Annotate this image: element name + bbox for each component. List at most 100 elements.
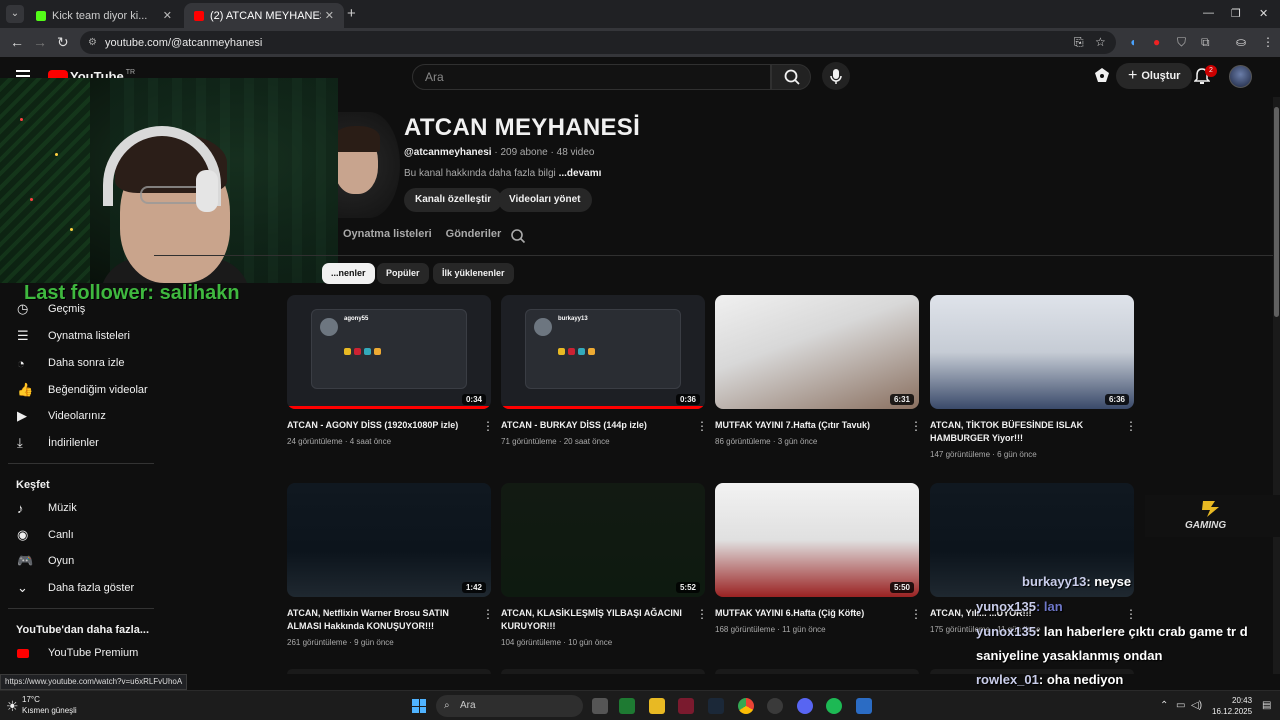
browser-tab-youtube[interactable]: (2) ATCAN MEYHANESİ - YouTube ✕: [184, 3, 344, 28]
video-menu-icon[interactable]: ⋮: [482, 419, 494, 433]
video-title[interactable]: ATCAN, TİKTOK BÜFESİNDE ISLAK HAMBURGER …: [930, 419, 1116, 445]
video-title[interactable]: MUTFAK YAYINI 6.Hafta (Çiğ Köfte): [715, 607, 901, 620]
video-title-block[interactable]: ATCAN, TİKTOK BÜFESİNDE ISLAK HAMBURGER …: [930, 419, 1116, 461]
video-title[interactable]: ATCAN, Netflixin Warner Brosu SATIN ALMA…: [287, 607, 473, 633]
video-thumbnail[interactable]: 5:52: [501, 483, 705, 597]
video-menu-icon[interactable]: ⋮: [696, 607, 708, 621]
page-scrollbar[interactable]: [1273, 97, 1280, 674]
app-icon[interactable]: [856, 698, 872, 714]
tab-playlists[interactable]: Oynatma listeleri: [343, 228, 432, 248]
video-card[interactable]: burkayy13 0:36 ATCAN - BURKAY DİSS (144p i…: [501, 295, 708, 446]
video-menu-icon[interactable]: ⋮: [696, 419, 708, 433]
video-title-block[interactable]: ATCAN - BURKAY DİSS (144p izle) 71 görünt…: [501, 419, 687, 448]
sidebar-item-playlists[interactable]: ☰ Oynatma listeleri: [0, 323, 154, 349]
search-input[interactable]: Ara: [412, 64, 771, 90]
url-field[interactable]: ⚙ youtube.com/@atcanmeyhanesi ⎘ ☆: [80, 31, 1116, 54]
minimize-icon[interactable]: —: [1203, 7, 1214, 19]
create-button[interactable]: + Oluştur: [1116, 63, 1193, 89]
extensions-puzzle-icon[interactable]: ⧉: [1201, 35, 1210, 50]
weather-widget[interactable]: 17°C Kısmen güneşli: [22, 694, 77, 716]
video-thumbnail[interactable]: 1:42: [287, 483, 491, 597]
reload-icon[interactable]: ↻: [57, 34, 69, 51]
video-menu-icon[interactable]: ⋮: [1125, 607, 1137, 621]
video-thumbnail[interactable]: 5:50: [715, 483, 919, 597]
xbox-icon[interactable]: [619, 698, 635, 714]
account-avatar[interactable]: [1229, 65, 1252, 88]
video-title-block[interactable]: MUTFAK YAYINI 7.Hafta (Çıtır Tavuk) 86 gö…: [715, 419, 901, 448]
close-tab-icon[interactable]: ✕: [325, 9, 334, 22]
video-menu-icon[interactable]: ⋮: [910, 419, 922, 433]
video-title[interactable]: ATCAN - BURKAY DİSS (144p izle): [501, 419, 687, 432]
video-title[interactable]: ATCAN - AGONY DİSS (1920x1080P izle): [287, 419, 473, 432]
close-tab-icon[interactable]: ✕: [163, 9, 172, 22]
back-icon[interactable]: ←: [10, 34, 24, 50]
task-view-icon[interactable]: [592, 698, 608, 714]
video-thumbnail[interactable]: agony55 0:34: [287, 295, 491, 409]
chrome-icon[interactable]: [738, 698, 754, 714]
new-tab-icon[interactable]: +: [347, 5, 356, 22]
sidebar-item-your-videos[interactable]: ▶ Videolarınız: [0, 403, 154, 429]
sidebar-item-watch-later[interactable]: ◔ Daha sonra izle: [0, 350, 154, 376]
channel-search-icon[interactable]: [510, 228, 526, 249]
extension-shield-icon[interactable]: ⛉: [1177, 35, 1186, 50]
taskbar-search-field[interactable]: ⌕ Ara: [436, 695, 583, 717]
steam-icon[interactable]: [708, 698, 724, 714]
video-thumbnail[interactable]: burkayy13 0:36: [501, 295, 705, 409]
sidebar-item-live[interactable]: ◉ Canlı: [0, 522, 154, 548]
customize-channel-button[interactable]: Kanalı özelleştir: [404, 188, 503, 212]
video-card[interactable]: 1:42 ATCAN, Netflixin Warner Brosu SATIN …: [287, 483, 494, 647]
tab-search-dropdown-icon[interactable]: ⌄: [6, 5, 24, 23]
profile-icon[interactable]: ⛀: [1236, 35, 1246, 49]
install-app-icon[interactable]: ⎘: [1074, 35, 1084, 50]
chip-popular[interactable]: Popüler: [377, 263, 429, 284]
forward-icon[interactable]: →: [33, 34, 47, 50]
video-thumbnail[interactable]: [715, 669, 919, 674]
notification-center-icon[interactable]: ▤: [1262, 700, 1271, 711]
channel-about[interactable]: Bu kanal hakkında daha fazla bilgi ...de…: [404, 168, 601, 179]
extension-record-icon[interactable]: ●: [1153, 35, 1160, 49]
windows-start-icon[interactable]: [412, 699, 426, 713]
video-menu-icon[interactable]: ⋮: [482, 607, 494, 621]
tab-posts[interactable]: Gönderiler: [446, 228, 502, 248]
video-title-block[interactable]: ATCAN, Netflixin Warner Brosu SATIN ALMA…: [287, 607, 473, 649]
site-info-icon[interactable]: ⚙: [88, 37, 97, 48]
extension-translate-icon[interactable]: ◖: [1129, 35, 1136, 49]
file-explorer-icon[interactable]: [649, 698, 665, 714]
video-title[interactable]: MUTFAK YAYINI 7.Hafta (Çıtır Tavuk): [715, 419, 901, 432]
video-thumbnail[interactable]: [287, 669, 491, 674]
video-title-block[interactable]: MUTFAK YAYINI 6.Hafta (Çiğ Köfte) 168 gör…: [715, 607, 901, 636]
video-card[interactable]: 5:52 ATCAN, KLASİKLEŞMİŞ YILBAŞI AĞACINI …: [501, 483, 708, 647]
bookmark-star-icon[interactable]: ☆: [1095, 35, 1106, 49]
video-title-block[interactable]: ATCAN - AGONY DİSS (1920x1080P izle) 24 g…: [287, 419, 473, 448]
manage-videos-button[interactable]: Videoları yönet: [498, 188, 592, 212]
video-title-block[interactable]: ATCAN, KLASİKLEŞMİŞ YILBAŞI AĞACINI KURU…: [501, 607, 687, 649]
sidebar-item-show-more[interactable]: ⌄ Daha fazla göster: [0, 575, 154, 601]
video-menu-icon[interactable]: ⋮: [1125, 419, 1137, 433]
video-menu-icon[interactable]: ⋮: [910, 607, 922, 621]
voice-search-button[interactable]: [822, 62, 850, 90]
browser-tab-kick[interactable]: Kick team diyor ki... ✕: [26, 3, 182, 28]
channel-about-more[interactable]: ...devamı: [559, 168, 602, 179]
github-icon[interactable]: [767, 698, 783, 714]
chip-oldest[interactable]: İlk yüklenenler: [433, 263, 514, 284]
browser-menu-icon[interactable]: ⋮: [1262, 35, 1274, 49]
clock[interactable]: 20:43 16.12.2025: [1212, 695, 1252, 717]
app-icon[interactable]: [678, 698, 694, 714]
chip-latest[interactable]: ...nenler: [322, 263, 375, 284]
tray-chevron-icon[interactable]: ⌃: [1160, 700, 1168, 711]
video-thumbnail[interactable]: 6:36: [930, 295, 1134, 409]
sidebar-item-youtube-premium[interactable]: YouTube Premium: [0, 640, 154, 666]
network-icon[interactable]: ▭: [1176, 700, 1185, 711]
sidebar-item-music[interactable]: ♪ Müzik: [0, 495, 154, 521]
channel-avatar[interactable]: [338, 112, 400, 218]
sidebar-item-downloads[interactable]: ⤓ İndirilenler: [0, 430, 154, 456]
scrollbar-thumb[interactable]: [1274, 107, 1279, 317]
video-thumbnail[interactable]: [501, 669, 705, 674]
video-card[interactable]: agony55 0:34 ATCAN - AGONY DİSS (1920x1080…: [287, 295, 494, 446]
search-button[interactable]: [771, 64, 811, 90]
video-title[interactable]: ATCAN, KLASİKLEŞMİŞ YILBAŞI AĞACINI KURU…: [501, 607, 687, 633]
restore-icon[interactable]: ❐: [1231, 7, 1241, 20]
studio-icon[interactable]: [1094, 67, 1110, 88]
volume-icon[interactable]: ◁): [1191, 700, 1202, 711]
video-thumbnail[interactable]: 6:31: [715, 295, 919, 409]
